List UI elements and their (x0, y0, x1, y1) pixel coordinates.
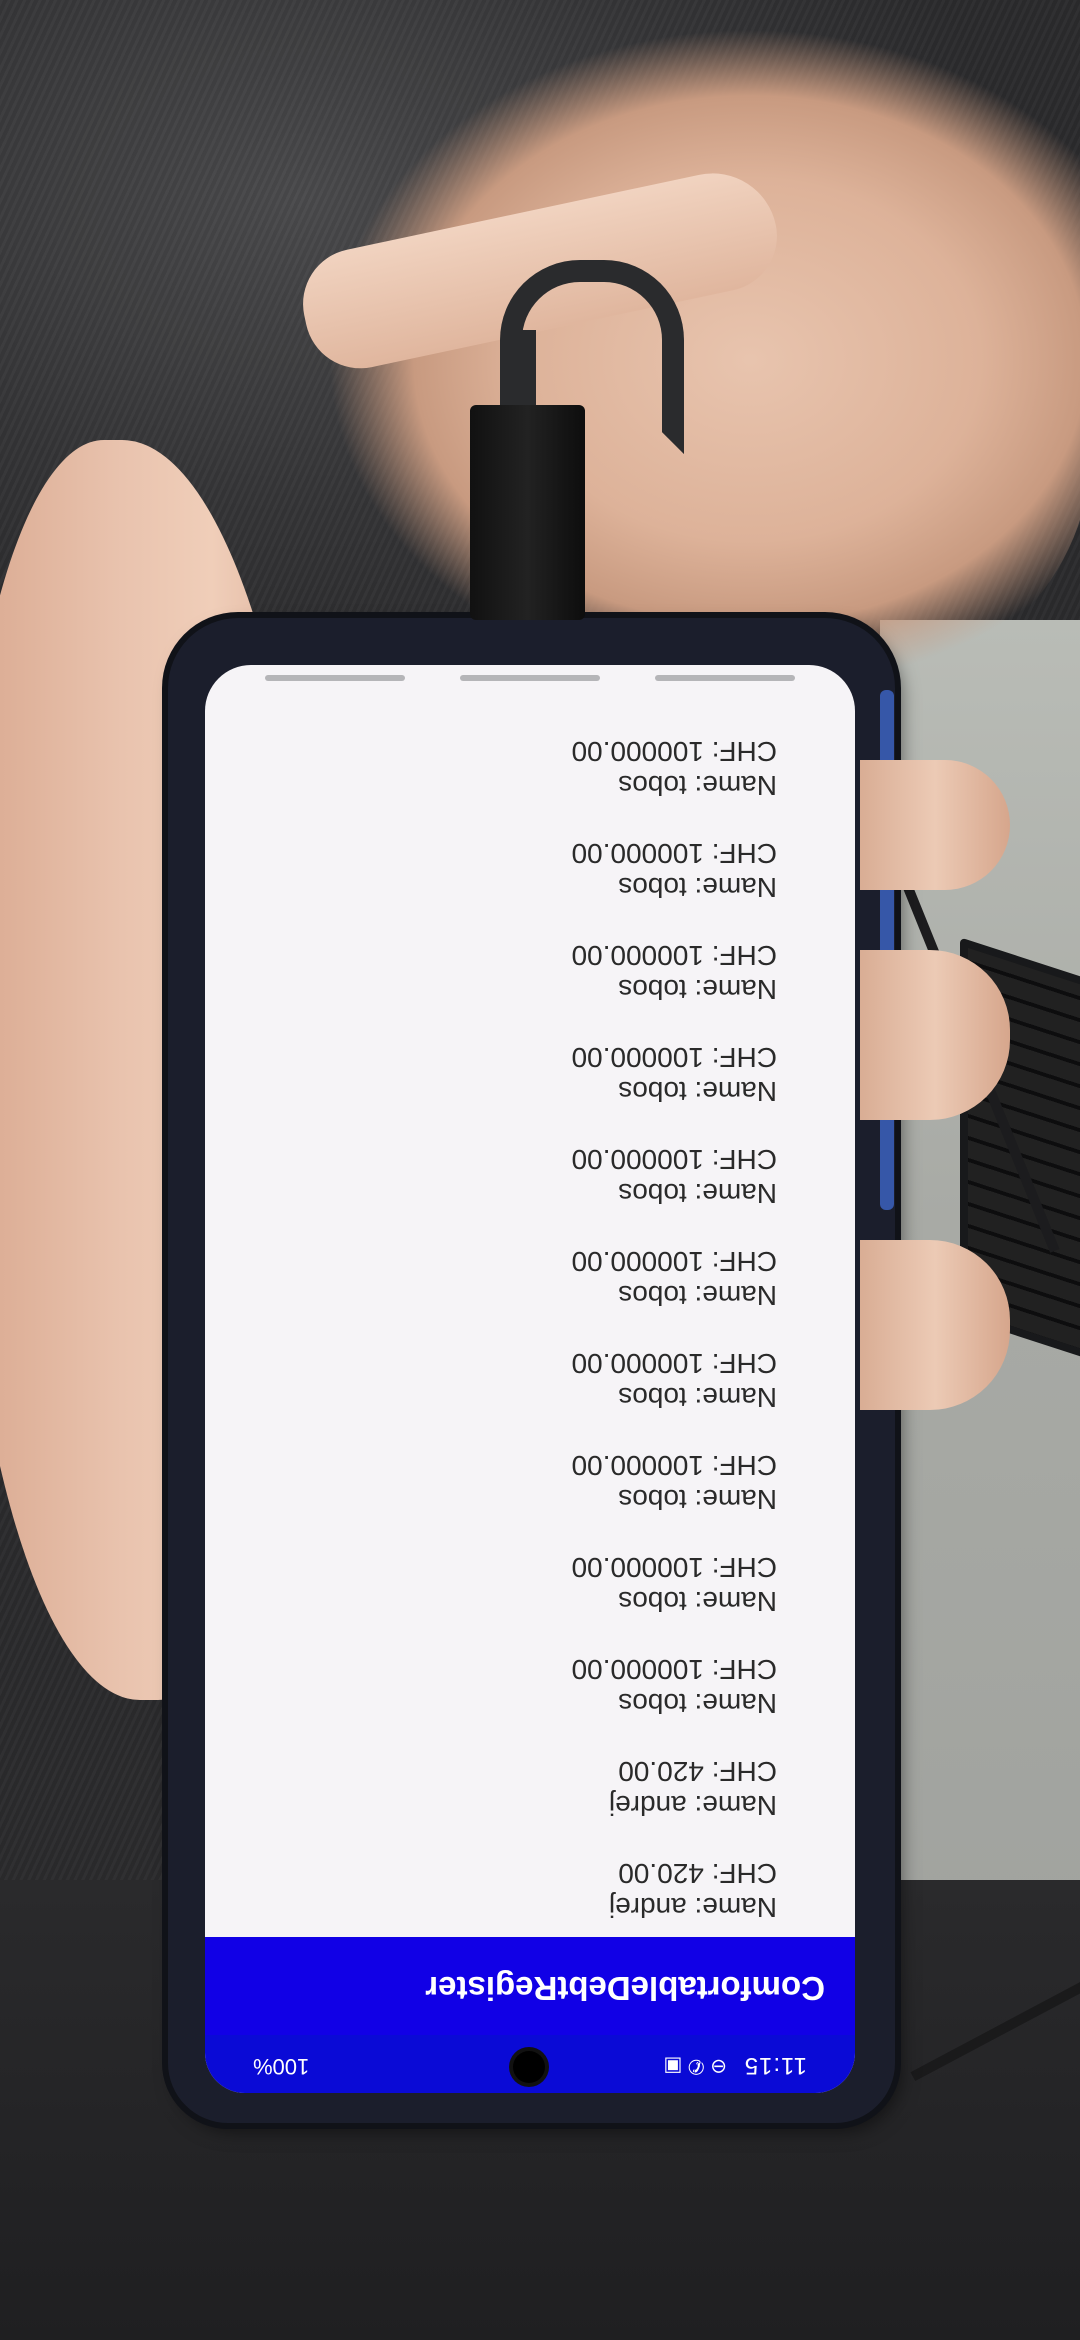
right-finger (860, 950, 1010, 1120)
status-icons: ⊖ ✆ ▣ (663, 2055, 727, 2077)
app-title: ComfortableDebtRegister (425, 1970, 825, 2007)
debtor-name: Name: andrej (608, 1892, 777, 1923)
app-bar: ComfortableDebtRegister (205, 1937, 855, 2035)
debt-amount: CHF: 100000.00 (571, 1246, 777, 1277)
phone-screen: 11:15 ⊖ ✆ ▣ 100% ComfortableDebtRegister… (205, 665, 855, 2093)
debt-amount: CHF: 100000.00 (571, 1450, 777, 1481)
scroll-indicator (655, 675, 795, 681)
debtor-name: Name: tobos (618, 1178, 777, 1209)
debt-amount: CHF: 100000.00 (571, 1144, 777, 1175)
debtor-name: Name: tobos (618, 872, 777, 903)
debtor-name: Name: tobos (618, 1076, 777, 1107)
usb-plug (470, 405, 585, 620)
list-item[interactable]: Name: andrej CHF: 420.00 (205, 1719, 855, 1821)
status-bar: 11:15 ⊖ ✆ ▣ 100% (205, 2035, 855, 2093)
debt-amount: CHF: 100000.00 (571, 1348, 777, 1379)
debt-amount: CHF: 420.00 (618, 1858, 777, 1889)
debtor-name: Name: tobos (618, 1382, 777, 1413)
debt-amount: CHF: 100000.00 (571, 1552, 777, 1583)
list-item[interactable]: Name: tobos CHF: 100000.00 (205, 903, 855, 1005)
debt-list[interactable]: Name: andrej CHF: 420.00 Name: andrej CH… (205, 699, 855, 1923)
debtor-name: Name: andrej (608, 1790, 777, 1821)
list-item[interactable]: Name: tobos CHF: 100000.00 (205, 1617, 855, 1719)
debtor-name: Name: tobos (618, 1586, 777, 1617)
right-finger (860, 1240, 1010, 1410)
battery-indicator: 100% (253, 2054, 310, 2079)
list-item[interactable]: Name: tobos CHF: 100000.00 (205, 1005, 855, 1107)
camera-cutout (513, 2051, 545, 2083)
debtor-name: Name: tobos (618, 770, 777, 801)
debtor-name: Name: tobos (618, 1688, 777, 1719)
list-item[interactable]: Name: tobos CHF: 100000.00 (205, 1413, 855, 1515)
debt-amount: CHF: 100000.00 (571, 736, 777, 767)
list-item[interactable]: Name: tobos CHF: 100000.00 (205, 699, 855, 801)
debt-amount: CHF: 100000.00 (571, 1654, 777, 1685)
photo-scene: 11:15 ⊖ ✆ ▣ 100% ComfortableDebtRegister… (0, 0, 1080, 2340)
list-item[interactable]: Name: tobos CHF: 100000.00 (205, 1107, 855, 1209)
scroll-indicators (205, 665, 855, 689)
app-rotated: 11:15 ⊖ ✆ ▣ 100% ComfortableDebtRegister… (205, 665, 855, 2093)
scroll-indicator (265, 675, 405, 681)
list-item[interactable]: Name: tobos CHF: 100000.00 (205, 1311, 855, 1413)
status-time: 11:15 (743, 2052, 807, 2079)
debt-amount: CHF: 100000.00 (571, 940, 777, 971)
debtor-name: Name: tobos (618, 1280, 777, 1311)
scroll-indicator (460, 675, 600, 681)
debt-amount: CHF: 100000.00 (571, 838, 777, 869)
debt-amount: CHF: 420.00 (618, 1756, 777, 1787)
list-item[interactable]: Name: andrej CHF: 420.00 (205, 1821, 855, 1923)
list-item[interactable]: Name: tobos CHF: 100000.00 (205, 1515, 855, 1617)
list-item[interactable]: Name: tobos CHF: 100000.00 (205, 1209, 855, 1311)
list-item[interactable]: Name: tobos CHF: 100000.00 (205, 801, 855, 903)
debtor-name: Name: tobos (618, 1484, 777, 1515)
right-finger (860, 760, 1010, 890)
debtor-name: Name: tobos (618, 974, 777, 1005)
debt-amount: CHF: 100000.00 (571, 1042, 777, 1073)
